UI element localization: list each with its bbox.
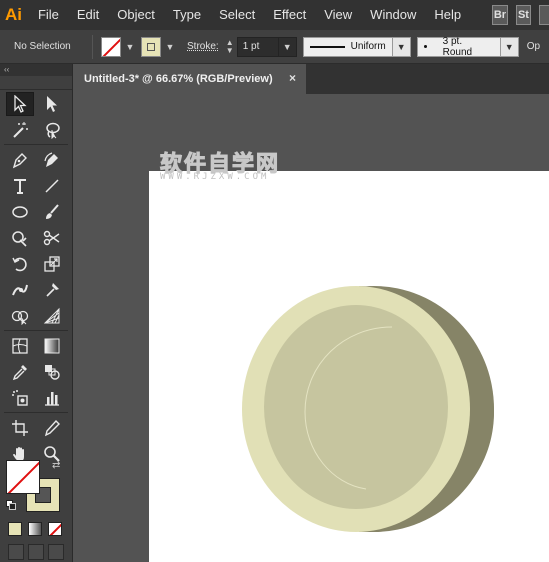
shape-builder-tool-icon[interactable] <box>6 304 34 328</box>
menu-object[interactable]: Object <box>108 0 164 30</box>
pen-tool-icon[interactable] <box>6 148 34 172</box>
draw-inside-icon[interactable] <box>48 544 64 560</box>
swap-fill-stroke-icon[interactable]: ⇄ <box>52 460 60 471</box>
blend-tool-icon[interactable] <box>38 360 66 384</box>
ellipse-tool-icon[interactable] <box>6 200 34 224</box>
none-mode-icon[interactable] <box>48 522 62 536</box>
menu-view[interactable]: View <box>315 0 361 30</box>
paintbrush-tool-icon[interactable] <box>38 200 66 224</box>
gradient-mode-icon[interactable] <box>28 522 42 536</box>
color-mode-icon[interactable] <box>8 522 22 536</box>
draw-normal-icon[interactable] <box>8 544 24 560</box>
fill-color-box[interactable] <box>6 460 40 494</box>
menu-effect[interactable]: Effect <box>264 0 315 30</box>
puppet-warp-tool-icon[interactable] <box>38 278 66 302</box>
selection-tool-icon[interactable] <box>6 92 34 116</box>
eyedropper-tool-icon[interactable] <box>6 360 34 384</box>
stroke-swatch[interactable] <box>141 36 161 57</box>
scissors-tool-icon[interactable] <box>38 226 66 250</box>
column-graph-tool-icon[interactable] <box>38 386 66 410</box>
control-bar: No Selection ▼ ▼ Stroke: ▲ ▼ 1 pt ▼ Unifo… <box>0 30 549 64</box>
color-mode-row <box>4 522 70 540</box>
lasso-tool-icon[interactable] <box>38 118 66 142</box>
type-tool-icon[interactable] <box>6 174 34 198</box>
menu-window[interactable]: Window <box>361 0 425 30</box>
menu-edit[interactable]: Edit <box>68 0 108 30</box>
coin-inner-face[interactable] <box>264 305 448 509</box>
rotate-tool-icon[interactable] <box>6 252 34 276</box>
fill-dropdown-icon[interactable]: ▼ <box>123 37 137 57</box>
shaper-tool-icon[interactable] <box>6 226 34 250</box>
drawing-mode-row <box>4 544 70 562</box>
canvas-area[interactable]: 软件自学网 WWW.RJZXW.COM <box>74 94 549 562</box>
stroke-weight-stepper-icon[interactable]: ▲ ▼ <box>223 37 237 57</box>
brush-dropdown-icon[interactable]: ▼ <box>500 36 519 57</box>
brush-dot-icon <box>423 45 427 48</box>
gradient-tool-icon[interactable] <box>38 334 66 358</box>
scale-tool-icon[interactable] <box>38 252 66 276</box>
close-tab-icon[interactable]: × <box>289 71 296 85</box>
stroke-weight-field[interactable]: 1 pt <box>236 36 279 57</box>
tools-panel: ‹‹ ⇄ <box>0 64 73 562</box>
curvature-tool-icon[interactable] <box>38 148 66 172</box>
menu-help[interactable]: Help <box>425 0 470 30</box>
opacity-label[interactable]: Op <box>527 41 540 52</box>
toolbar-separator <box>4 144 68 145</box>
coin-artwork[interactable] <box>74 94 549 562</box>
stroke-swatch-inner <box>147 42 155 51</box>
app-logo: Ai <box>4 5 22 24</box>
fill-swatch[interactable] <box>101 36 121 57</box>
artboard-tool-icon[interactable] <box>6 416 34 440</box>
brush-label: 3 pt. Round <box>442 35 473 58</box>
collapse-panel-icon[interactable]: ‹‹ <box>0 64 72 76</box>
menu-bar: Ai File Edit Object Type Select Effect V… <box>0 0 549 30</box>
document-tab-title: Untitled-3* @ 66.67% (RGB/Preview) <box>84 73 273 85</box>
variable-width-profile-select[interactable]: Uniform <box>302 36 393 57</box>
toolbar-separator <box>4 330 68 331</box>
document-tab-bar: Untitled-3* @ 66.67% (RGB/Preview) × <box>74 64 549 94</box>
stroke-weight-dropdown-icon[interactable]: ▼ <box>278 36 297 57</box>
toolbar-separator <box>4 412 68 413</box>
profile-label: Uniform <box>350 41 386 52</box>
watermark-url: WWW.RJZXW.COM <box>160 172 270 182</box>
magic-wand-tool-icon[interactable] <box>6 118 34 142</box>
stock-button[interactable]: St <box>515 5 532 25</box>
width-tool-icon[interactable] <box>6 278 34 302</box>
workspace-switcher-button[interactable] <box>539 5 549 25</box>
bridge-button[interactable]: Br <box>492 5 508 25</box>
slice-tool-icon[interactable] <box>38 416 66 440</box>
draw-behind-icon[interactable] <box>28 544 44 560</box>
selection-label: No Selection <box>14 41 71 52</box>
menu-select[interactable]: Select <box>210 0 264 30</box>
stroke-label[interactable]: Stroke: <box>187 41 219 52</box>
profile-line-icon <box>309 45 345 48</box>
direct-selection-tool-icon[interactable] <box>38 92 66 116</box>
default-fill-stroke-icon[interactable] <box>6 500 16 510</box>
line-segment-tool-icon[interactable] <box>38 174 66 198</box>
menu-file[interactable]: File <box>29 0 68 30</box>
profile-dropdown-icon[interactable]: ▼ <box>392 36 411 57</box>
fill-stroke-controls: ⇄ <box>4 458 70 520</box>
mesh-tool-icon[interactable] <box>6 334 34 358</box>
perspective-grid-tool-icon[interactable] <box>38 304 66 328</box>
divider <box>92 34 93 59</box>
menu-type[interactable]: Type <box>164 0 210 30</box>
document-tab[interactable]: Untitled-3* @ 66.67% (RGB/Preview) × <box>74 64 306 94</box>
symbol-sprayer-tool-icon[interactable] <box>6 386 34 410</box>
brush-definition-select[interactable]: 3 pt. Round <box>416 35 501 58</box>
stroke-dropdown-icon[interactable]: ▼ <box>163 37 177 57</box>
panel-grip[interactable] <box>0 76 72 90</box>
